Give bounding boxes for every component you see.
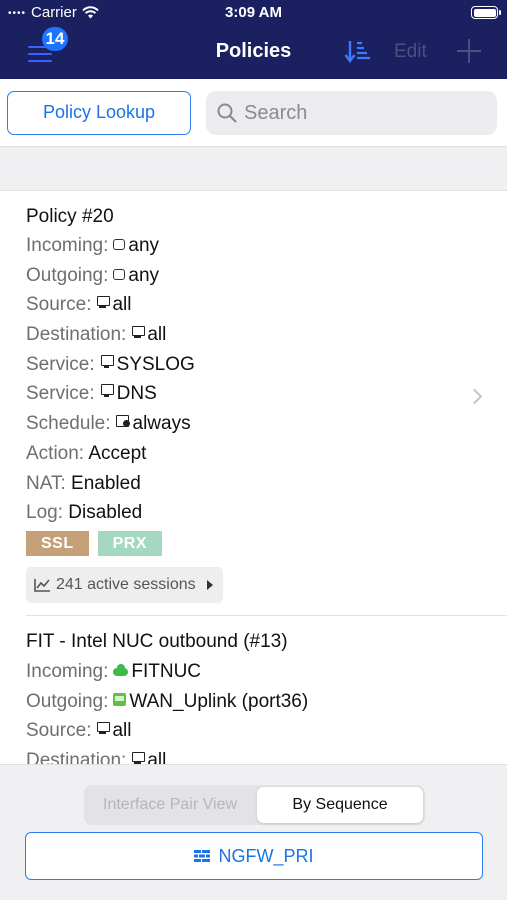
status-time: 3:09 AM	[225, 4, 282, 21]
policy-row-nat: NAT: Enabled	[26, 472, 141, 494]
policy-lookup-button[interactable]: Policy Lookup	[7, 91, 191, 135]
policy-row-destination: Destination: all	[26, 749, 167, 764]
page-title: Policies	[215, 40, 292, 62]
prx-tag: PRX	[97, 530, 163, 556]
policy-row-service: Service: DNS	[26, 383, 157, 405]
policy-row-source: Source: all	[26, 294, 132, 316]
play-icon	[206, 579, 213, 590]
segment-by-sequence[interactable]: By Sequence	[257, 787, 423, 823]
service-icon	[100, 354, 114, 369]
battery-icon	[471, 6, 501, 19]
header: •••• Carrier 3:09 AM 14 Policies Edit	[0, 0, 507, 79]
bottom-panel: Interface Pair View By Sequence NGFW_PRI	[0, 764, 507, 900]
address-icon	[131, 326, 146, 339]
policy-card[interactable]: Policy #20 Incoming: any Outgoing: any Sou…	[0, 191, 507, 616]
device-select-button[interactable]: NGFW_PRI	[25, 832, 483, 880]
chart-icon	[34, 578, 50, 592]
nav-bar: 14 Policies Edit	[0, 26, 507, 79]
interface-icon	[113, 239, 126, 250]
view-mode-segmented-control[interactable]: Interface Pair View By Sequence	[84, 785, 425, 825]
firewall-icon	[194, 850, 211, 862]
policy-row-incoming: Incoming: any	[26, 235, 160, 256]
section-spacer	[0, 146, 507, 191]
search-box[interactable]	[206, 91, 497, 135]
policy-row-outgoing: Outgoing: WAN_Uplink (port36)	[26, 690, 309, 712]
policy-row-service: Service: SYSLOG	[26, 353, 195, 375]
policy-row-log: Log: Disabled	[26, 502, 143, 524]
policy-tags: SSL PRX	[26, 530, 507, 557]
policy-title: Policy #20	[26, 206, 114, 227]
address-icon	[131, 751, 146, 764]
ssl-tag: SSL	[26, 530, 89, 556]
policy-list[interactable]: Policy #20 Incoming: any Outgoing: any Sou…	[0, 191, 507, 764]
active-sessions-label: 241 active sessions	[56, 575, 196, 593]
policy-card[interactable]: FIT - Intel NUC outbound (#13) Incoming:…	[0, 616, 507, 764]
policy-row-schedule: Schedule: always	[26, 413, 191, 435]
wan-icon	[113, 692, 127, 706]
cloud-icon	[113, 663, 129, 676]
search-input[interactable]	[244, 91, 484, 135]
address-icon	[96, 296, 111, 309]
policy-row-destination: Destination: all	[26, 324, 167, 346]
search-icon	[217, 103, 237, 123]
edit-button[interactable]: Edit	[394, 41, 427, 63]
active-sessions-button[interactable]: 241 active sessions	[26, 566, 223, 603]
sort-icon[interactable]	[344, 38, 372, 66]
policy-row-incoming: Incoming: FITNUC	[26, 660, 202, 682]
address-icon	[96, 722, 111, 735]
policy-row-source: Source: all	[26, 720, 132, 742]
service-icon	[100, 384, 114, 398]
segment-interface-pair-view[interactable]: Interface Pair View	[86, 787, 254, 823]
policy-row-outgoing: Outgoing: any	[26, 264, 160, 286]
status-bar: •••• Carrier 3:09 AM	[0, 0, 507, 26]
schedule-icon	[115, 414, 130, 428]
interface-icon	[113, 268, 126, 280]
device-label: NGFW_PRI	[218, 845, 314, 866]
policy-title: FIT - Intel NUC outbound (#13)	[26, 630, 288, 652]
policy-row-action: Action: Accept	[26, 442, 147, 464]
add-icon[interactable]	[457, 37, 481, 65]
